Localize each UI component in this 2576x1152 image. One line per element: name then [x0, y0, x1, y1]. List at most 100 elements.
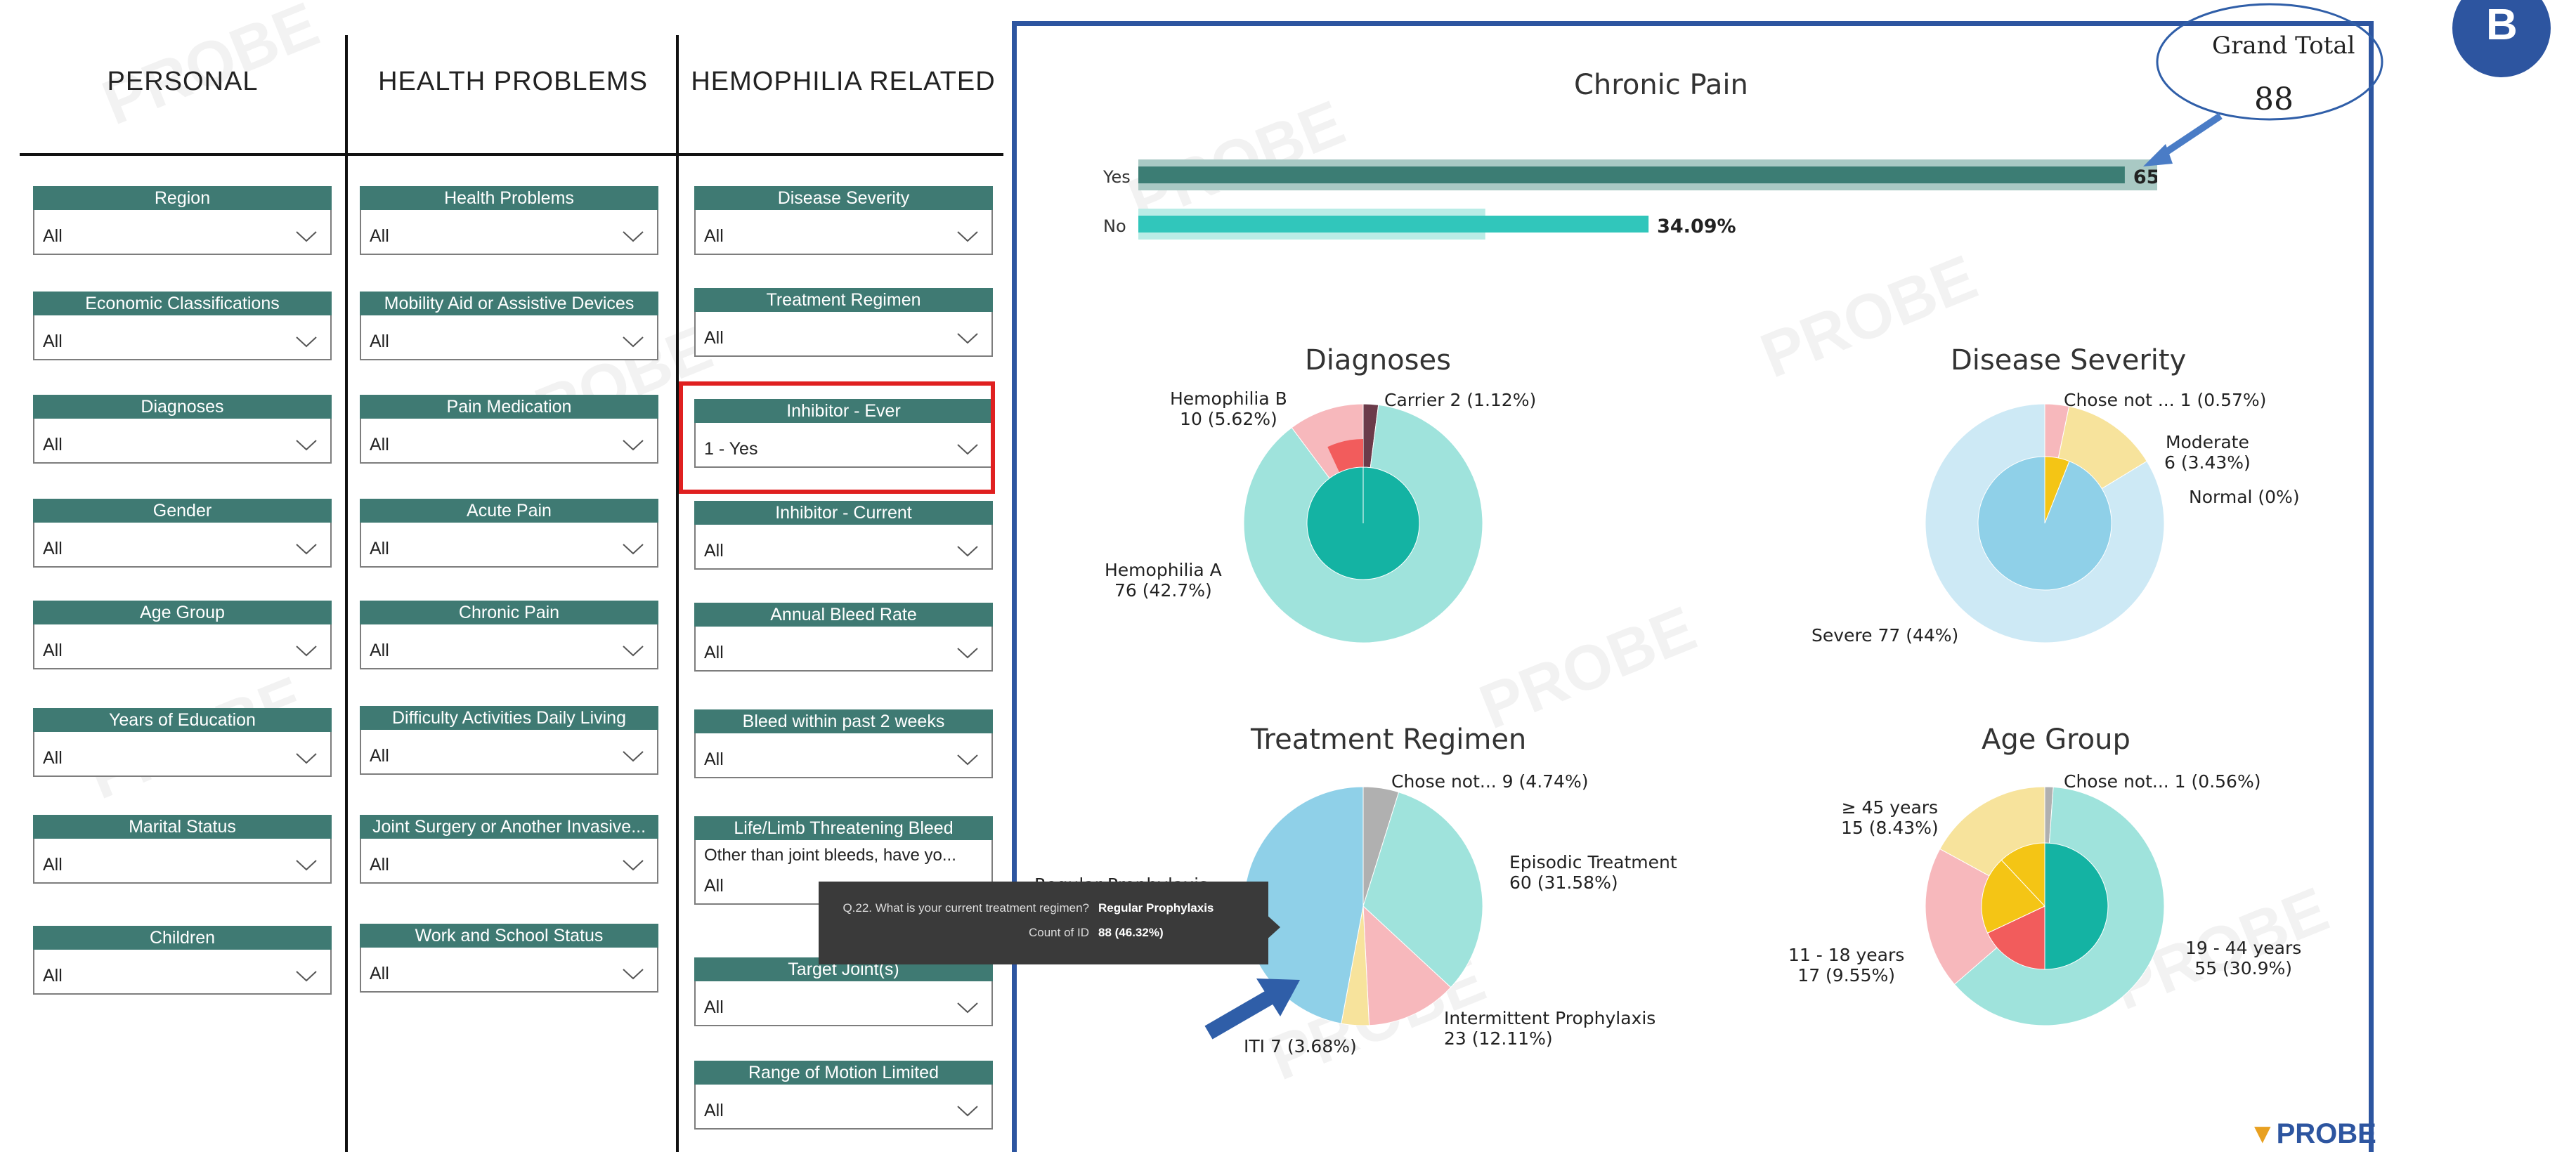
chart-tooltip: Q.22. What is your current treatment reg… — [819, 882, 1268, 964]
slicer-dropdown[interactable]: All — [694, 210, 993, 255]
slicer-acute-pain[interactable]: Acute Pain All — [360, 499, 658, 569]
slicer-value: All — [370, 435, 389, 454]
chevron-down-icon[interactable] — [292, 640, 320, 661]
bar — [1138, 216, 1649, 233]
slicer-joint-surgery-or-another-invasive[interactable]: Joint Surgery or Another Invasive... All — [360, 815, 658, 885]
slicer-dropdown[interactable]: All — [33, 624, 332, 669]
chevron-down-icon[interactable] — [619, 745, 647, 766]
slicer-dropdown[interactable]: All — [33, 732, 332, 777]
slicer-children[interactable]: Children All — [33, 926, 332, 996]
slicer-dropdown[interactable]: All — [694, 627, 993, 672]
slicer-value: All — [704, 876, 724, 896]
slicer-dropdown[interactable]: All — [360, 315, 658, 360]
slicer-dropdown[interactable]: All — [360, 839, 658, 884]
chevron-down-icon[interactable] — [619, 331, 647, 352]
slicer-years-of-education[interactable]: Years of Education All — [33, 708, 332, 778]
slicer-treatment-regimen[interactable]: Treatment Regimen All — [694, 288, 993, 358]
chevron-down-icon[interactable] — [619, 538, 647, 559]
slicer-value: All — [704, 541, 724, 561]
chevron-down-icon[interactable] — [954, 540, 982, 561]
slicer-dropdown[interactable]: All — [360, 948, 658, 993]
slicer-title: Pain Medication — [360, 395, 658, 419]
slicer-dropdown[interactable]: All — [360, 624, 658, 669]
slicer-value: All — [43, 435, 63, 454]
slicer-diagnoses[interactable]: Diagnoses All — [33, 395, 332, 465]
slicer-gender[interactable]: Gender All — [33, 499, 332, 569]
slicer-life-limb-threatening-bleed[interactable]: Life/Limb Threatening Bleed Other than jo… — [694, 816, 993, 905]
slicer-title: Work and School Status — [360, 924, 658, 948]
chevron-down-icon[interactable] — [292, 331, 320, 352]
grand-total-label: Grand Total — [2212, 32, 2355, 60]
slicer-chronic-pain[interactable]: Chronic Pain All — [360, 601, 658, 671]
chevron-down-icon[interactable] — [954, 642, 982, 663]
treatment-arrow — [1204, 978, 1300, 1040]
slicer-dropdown[interactable]: All — [33, 419, 332, 464]
slicer-dropdown[interactable]: All — [33, 523, 332, 568]
slicer-title: Health Problems — [360, 186, 658, 210]
slicer-value: All — [704, 643, 724, 662]
slicer-annual-bleed-rate[interactable]: Annual Bleed Rate All — [694, 603, 993, 673]
chevron-down-icon[interactable] — [619, 854, 647, 875]
chevron-down-icon[interactable] — [292, 538, 320, 559]
slicer-disease-severity[interactable]: Disease Severity All — [694, 186, 993, 256]
diag-label-hema: Hemophilia A 76 (42.7%) — [1105, 560, 1222, 601]
severity-donut — [1925, 404, 2164, 643]
slicer-pain-medication[interactable]: Pain Medication All — [360, 395, 658, 465]
chart-title-age: Age Group — [1982, 724, 2131, 756]
chevron-down-icon[interactable] — [954, 225, 982, 247]
chevron-down-icon[interactable] — [954, 997, 982, 1018]
slicer-dropdown[interactable]: All — [694, 733, 993, 778]
slicer-title: Treatment Regimen — [694, 288, 993, 312]
slicer-mobility-aid-or-assistive-devices[interactable]: Mobility Aid or Assistive Devices All — [360, 292, 658, 362]
slicer-health-problems[interactable]: Health Problems All — [360, 186, 658, 256]
slicer-title: Children — [33, 926, 332, 950]
slicer-title: Mobility Aid or Assistive Devices — [360, 292, 658, 315]
slicer-dropdown[interactable]: All — [33, 950, 332, 995]
slicer-dropdown[interactable]: All — [360, 419, 658, 464]
slicer-dropdown[interactable]: All — [33, 210, 332, 255]
slicer-value: All — [43, 748, 63, 768]
slicer-dropdown[interactable]: All — [360, 210, 658, 255]
slicer-age-group[interactable]: Age Group All — [33, 601, 332, 671]
slicer-economic-classifications[interactable]: Economic Classifications All — [33, 292, 332, 362]
chart-title-diagnoses: Diagnoses — [1305, 344, 1451, 377]
chevron-down-icon[interactable] — [292, 854, 320, 875]
slicer-region[interactable]: Region All — [33, 186, 332, 256]
slicer-dropdown[interactable]: All — [694, 1085, 993, 1130]
slicer-difficulty-activities-daily-living[interactable]: Difficulty Activities Daily Living All — [360, 706, 658, 776]
chevron-down-icon[interactable] — [292, 747, 320, 768]
slicer-bleed-within-past-2-weeks[interactable]: Bleed within past 2 weeks All — [694, 709, 993, 780]
slicer-dropdown[interactable]: All — [360, 730, 658, 775]
slicer-marital-status[interactable]: Marital Status All — [33, 815, 332, 885]
slicer-target-joint-s[interactable]: Target Joint(s) All — [694, 957, 993, 1028]
slicer-dropdown[interactable]: All — [33, 839, 332, 884]
slicer-dropdown[interactable]: All — [694, 525, 993, 570]
slicer-title: Difficulty Activities Daily Living — [360, 706, 658, 730]
treat-label-chose: Chose not... 9 (4.74%) — [1391, 771, 1589, 792]
pie-slice[interactable] — [1306, 466, 1420, 580]
slicer-range-of-motion-limited[interactable]: Range of Motion Limited All — [694, 1061, 993, 1131]
slicer-work-and-school-status[interactable]: Work and School Status All — [360, 924, 658, 994]
slicer-dropdown[interactable]: All — [33, 315, 332, 360]
chevron-down-icon[interactable] — [619, 640, 647, 661]
slicer-value: All — [43, 641, 63, 660]
chevron-down-icon[interactable] — [954, 327, 982, 348]
chevron-down-icon[interactable] — [619, 225, 647, 247]
treat-label-intermittent: Intermittent Prophylaxis 23 (12.11%) — [1444, 1008, 1656, 1049]
slicer-title: Gender — [33, 499, 332, 523]
slicer-dropdown[interactable]: All — [694, 981, 993, 1026]
brand-logo: ▼PROBE — [2249, 1118, 2376, 1149]
slicer-dropdown[interactable]: All — [360, 523, 658, 568]
bar — [1138, 166, 2125, 183]
slicer-inhibitor-current[interactable]: Inhibitor - Current All — [694, 501, 993, 571]
slicer-dropdown[interactable]: All — [694, 312, 993, 357]
chevron-down-icon[interactable] — [619, 434, 647, 455]
chevron-down-icon[interactable] — [292, 434, 320, 455]
bar-category-label: No — [1103, 216, 1126, 236]
chevron-down-icon[interactable] — [954, 1100, 982, 1121]
chevron-down-icon[interactable] — [292, 965, 320, 986]
pie-slice[interactable] — [1977, 456, 2112, 591]
chevron-down-icon[interactable] — [954, 749, 982, 770]
chevron-down-icon[interactable] — [292, 225, 320, 247]
chevron-down-icon[interactable] — [619, 963, 647, 984]
